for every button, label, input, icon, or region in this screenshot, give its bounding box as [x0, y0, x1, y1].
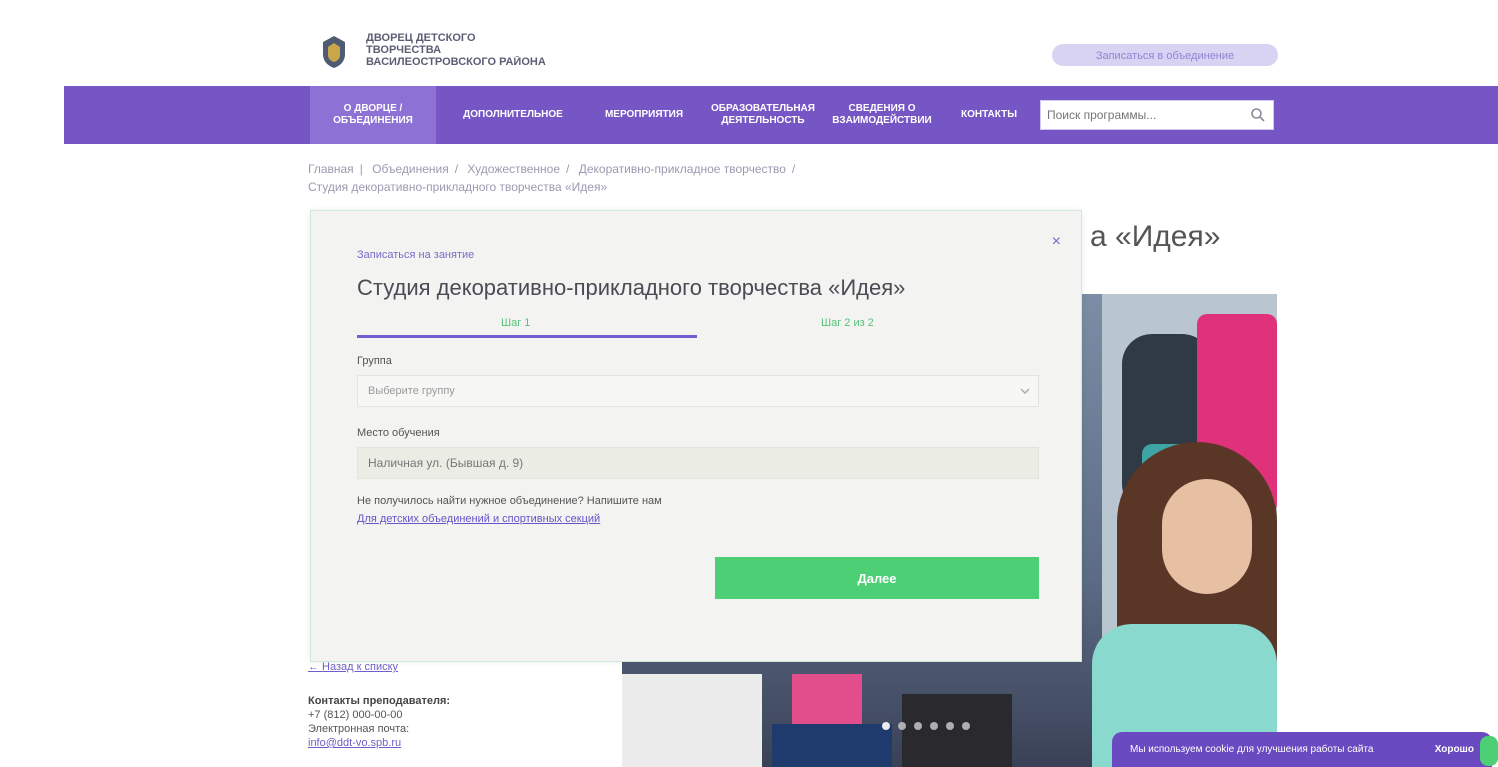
breadcrumb: Главная | Объединения / Художественное / Де…	[308, 160, 958, 196]
modal-kicker: Записаться на занятие	[357, 249, 475, 261]
teacher-info: ← Назад к списку Контакты преподавателя:…	[308, 660, 608, 750]
breadcrumb-current: Студия декоративно-прикладного творчеств…	[308, 180, 608, 194]
phone-text: +7 (812) 000-00-00	[308, 709, 403, 721]
progress-bar	[357, 335, 697, 338]
site-logo-text[interactable]: ДВОРЕЦ ДЕТСКОГО ТВОРЧЕСТВА ВАСИЛЕОСТРОВС…	[366, 32, 556, 68]
chevron-down-icon	[1020, 376, 1030, 406]
search-icon[interactable]	[1243, 101, 1273, 129]
page-title: а «Идея»	[1090, 220, 1221, 253]
nav-item-education[interactable]: ОБРАЗОВАТЕЛЬНАЯ ДЕЯТЕЛЬНОСТЬ	[708, 86, 818, 144]
modal-note: Не получилось найти нужное объединение? …	[357, 495, 662, 507]
close-icon[interactable]: ×	[1052, 233, 1061, 251]
back-link[interactable]: ← Назад к списку	[308, 660, 608, 674]
progress-fill	[357, 335, 697, 338]
enroll-pill-button[interactable]: Записаться в объединение	[1052, 44, 1278, 66]
breadcrumb-item[interactable]: Главная	[308, 162, 354, 176]
gallery-dot[interactable]	[946, 722, 954, 730]
nav-item-contacts[interactable]: КОНТАКТЫ	[944, 86, 1034, 144]
enroll-modal: × Записаться на занятие Студия декоратив…	[310, 210, 1082, 662]
cookie-text: Мы используем cookie для улучшения работ…	[1130, 744, 1374, 755]
email-link[interactable]: info@ddt-vo.spb.ru	[308, 736, 608, 750]
main-nav: О ДВОРЦЕ / ОБЪЕДИНЕНИЯ ДОПОЛНИТЕЛЬНОЕ МЕ…	[64, 86, 1498, 144]
step-2-label: Шаг 2 из 2	[821, 317, 874, 329]
modal-link[interactable]: Для детских объединений и спортивных сек…	[357, 513, 600, 525]
modal-title: Студия декоративно-прикладного творчеств…	[357, 275, 906, 300]
group-label: Группа	[357, 355, 392, 367]
next-button[interactable]: Далее	[715, 557, 1039, 599]
place-label: Место обучения	[357, 427, 440, 439]
gallery-dot[interactable]	[914, 722, 922, 730]
gallery-dot[interactable]	[962, 722, 970, 730]
site-header: ДВОРЕЦ ДЕТСКОГО ТВОРЧЕСТВА ВАСИЛЕОСТРОВС…	[0, 0, 1498, 86]
email-label: Электронная почта:	[308, 723, 410, 735]
search-box	[1040, 100, 1274, 130]
cookie-banner: Мы используем cookie для улучшения работ…	[1112, 732, 1498, 767]
gallery-dot[interactable]	[898, 722, 906, 730]
chat-corner-icon[interactable]	[1480, 736, 1498, 766]
cookie-ok-button[interactable]: Хорошо	[1435, 744, 1474, 755]
breadcrumb-item[interactable]: Декоративно-прикладное творчество	[579, 162, 786, 176]
logo-line-2: ТВОРЧЕСТВА	[366, 44, 442, 56]
gallery-dot[interactable]	[930, 722, 938, 730]
logo-line-1: ДВОРЕЦ ДЕТСКОГО	[366, 32, 476, 44]
breadcrumb-item[interactable]: Художественное	[467, 162, 560, 176]
nav-item-about[interactable]: О ДВОРЦЕ / ОБЪЕДИНЕНИЯ	[310, 86, 436, 144]
gallery-dot[interactable]	[882, 722, 890, 730]
place-field[interactable]: Наличная ул. (Бывшая д. 9)	[357, 447, 1039, 479]
search-input[interactable]	[1041, 107, 1243, 123]
step-1-label: Шаг 1	[501, 317, 531, 329]
breadcrumb-item[interactable]: Объединения	[372, 162, 449, 176]
nav-item-cooperation[interactable]: СВЕДЕНИЯ О ВЗАИМОДЕЙСТВИИ	[826, 86, 938, 144]
contacts-label: Контакты преподавателя:	[308, 695, 451, 707]
coat-of-arms-icon[interactable]	[314, 30, 354, 74]
group-select[interactable]: Выберите группу	[357, 375, 1039, 407]
group-select-value: Выберите группу	[368, 385, 455, 397]
nav-item-events[interactable]: МЕРОПРИЯТИЯ	[588, 86, 700, 144]
gallery-pagination	[882, 722, 970, 730]
nav-item-additional[interactable]: ДОПОЛНИТЕЛЬНОЕ	[444, 86, 582, 144]
logo-line-3: ВАСИЛЕОСТРОВСКОГО РАЙОНА	[366, 56, 546, 68]
